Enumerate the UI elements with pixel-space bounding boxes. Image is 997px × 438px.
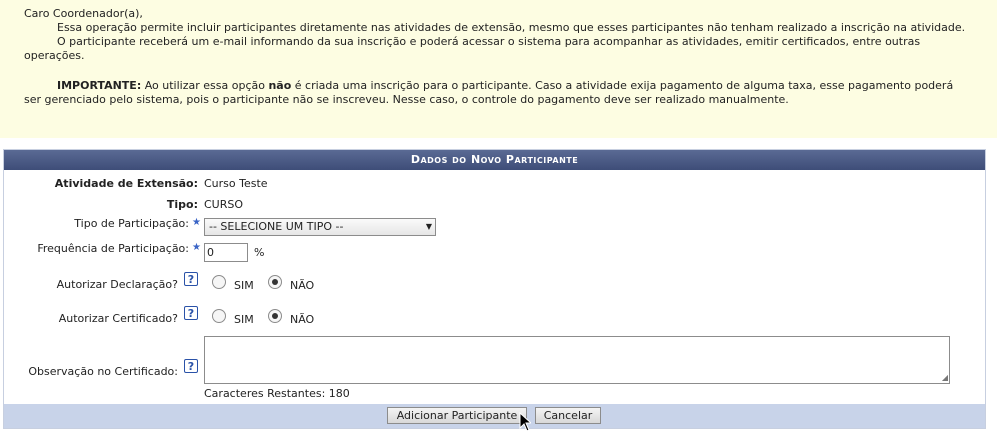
required-star-icon: ★: [192, 217, 201, 228]
new-participant-form: Dados do Novo Participante Atividade de …: [3, 149, 986, 429]
form-footer: Adicionar Participante Cancelar: [4, 404, 985, 428]
tipo-participacao-selected: -- SELECIONE UM TIPO --: [209, 220, 344, 233]
form-caption: Dados do Novo Participante: [4, 150, 985, 170]
observacao-label: Observação no Certificado:: [28, 365, 178, 378]
certificado-help-icon[interactable]: ?: [184, 306, 198, 320]
instructions-panel: Caro Coordenador(a), Essa operação permi…: [0, 0, 997, 138]
frequencia-input[interactable]: 0: [204, 243, 248, 262]
declaracao-label: Autorizar Declaração?: [56, 278, 178, 291]
observacao-help-icon[interactable]: ?: [184, 359, 198, 373]
tipo-participacao-label: Tipo de Participação:: [74, 217, 189, 230]
certificado-nao-label: NÃO: [290, 313, 315, 326]
caracteres-restantes: Caracteres Restantes: 180: [204, 387, 350, 400]
declaracao-sim-radio[interactable]: [212, 275, 226, 289]
observacao-textarea[interactable]: ◢: [204, 336, 950, 384]
tipo-participacao-select[interactable]: -- SELECIONE UM TIPO -- ▼: [204, 218, 436, 236]
declaracao-help-icon[interactable]: ?: [184, 272, 198, 286]
certificado-sim-radio[interactable]: [212, 309, 226, 323]
tipo-label: Tipo:: [166, 198, 198, 211]
declaracao-nao-radio[interactable]: [268, 275, 282, 289]
instructions-paragraph-2: O participante receberá um e-mail inform…: [24, 35, 921, 62]
declaracao-sim-label: SIM: [234, 279, 254, 292]
important-bold: não: [268, 79, 292, 92]
important-text-a: Ao utilizar essa opção: [144, 79, 265, 92]
certificado-sim-label: SIM: [234, 313, 254, 326]
certificado-nao-radio[interactable]: [268, 309, 282, 323]
dropdown-arrow-icon: ▼: [425, 222, 432, 231]
add-participant-button[interactable]: Adicionar Participante: [387, 407, 527, 424]
instructions-paragraph-1: Essa operação permite incluir participan…: [57, 21, 966, 34]
mouse-cursor-icon: [519, 412, 531, 432]
atividade-value: Curso Teste: [204, 177, 268, 190]
cancel-button[interactable]: Cancelar: [535, 407, 601, 424]
important-paragraph: IMPORTANTE: Ao utilizar essa opção não é…: [24, 79, 967, 107]
frequencia-label: Frequência de Participação:: [37, 242, 189, 255]
tipo-value: CURSO: [204, 198, 244, 211]
required-star-icon: ★: [192, 242, 201, 253]
resize-grip-icon[interactable]: ◢: [942, 373, 948, 382]
certificado-label: Autorizar Certificado?: [58, 312, 178, 325]
atividade-label: Atividade de Extensão:: [54, 177, 198, 190]
greeting-text: Caro Coordenador(a),: [24, 7, 143, 20]
percent-unit: %: [254, 246, 265, 259]
important-label: IMPORTANTE:: [57, 79, 142, 92]
declaracao-nao-label: NÃO: [290, 279, 315, 292]
